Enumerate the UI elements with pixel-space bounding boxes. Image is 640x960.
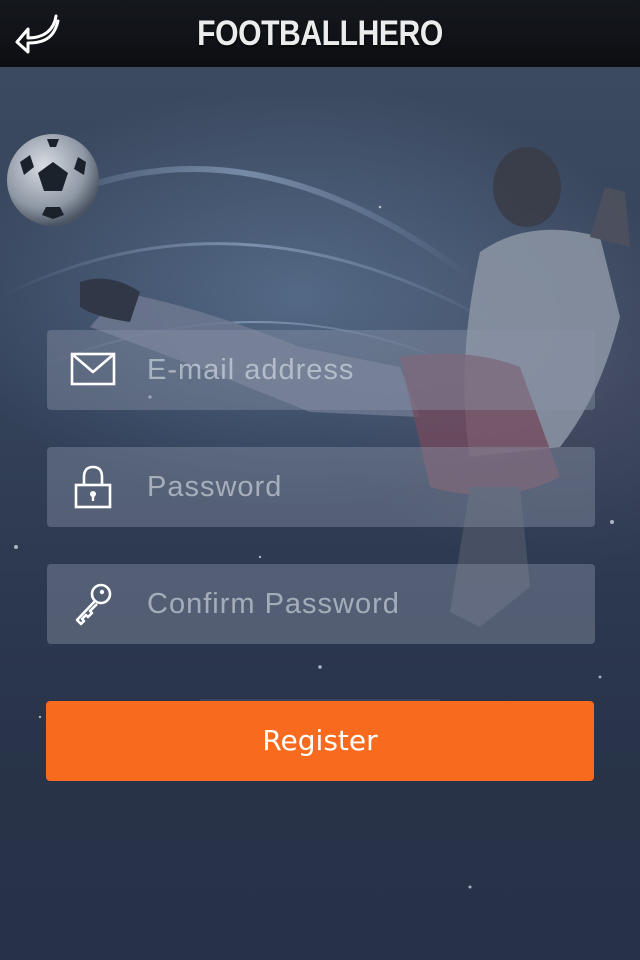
soccer-ball-icon xyxy=(7,134,99,226)
confirm-password-field[interactable] xyxy=(47,564,595,644)
lock-icon xyxy=(74,465,112,509)
envelope-icon xyxy=(70,352,116,386)
email-input[interactable] xyxy=(147,330,577,410)
app-title: FOOTBALLHERO xyxy=(197,14,443,53)
confirm-password-input[interactable] xyxy=(147,564,577,644)
key-icon xyxy=(75,583,112,626)
password-field[interactable] xyxy=(47,447,595,527)
email-field[interactable] xyxy=(47,330,595,410)
register-button[interactable]: Register xyxy=(46,701,594,781)
top-bar: FOOTBALLHERO xyxy=(0,0,640,67)
password-input[interactable] xyxy=(147,447,577,527)
